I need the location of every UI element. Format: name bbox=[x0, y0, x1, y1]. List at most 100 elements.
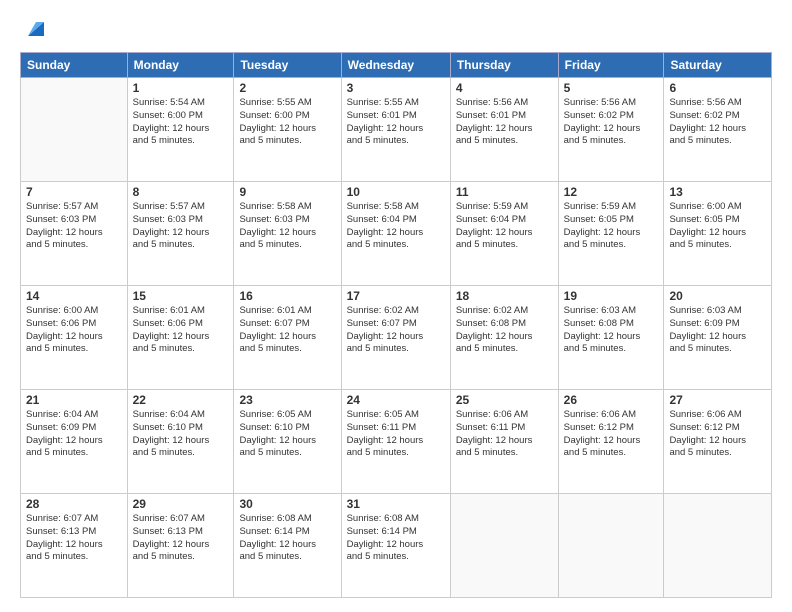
day-detail: Sunrise: 5:56 AM Sunset: 6:02 PM Dayligh… bbox=[564, 97, 659, 148]
header bbox=[20, 18, 772, 42]
day-number: 14 bbox=[26, 289, 122, 303]
week-row-4: 21 Sunrise: 6:04 AM Sunset: 6:09 PM Dayli… bbox=[21, 390, 772, 494]
day-number: 22 bbox=[133, 393, 229, 407]
calendar-cell: 23 Sunrise: 6:05 AM Sunset: 6:10 PM Dayli… bbox=[234, 390, 341, 494]
day-detail: Sunrise: 6:07 AM Sunset: 6:13 PM Dayligh… bbox=[133, 513, 229, 564]
calendar-cell: 19 Sunrise: 6:03 AM Sunset: 6:08 PM Dayli… bbox=[558, 286, 664, 390]
calendar-cell: 28 Sunrise: 6:07 AM Sunset: 6:13 PM Dayli… bbox=[21, 494, 128, 598]
day-number: 19 bbox=[564, 289, 659, 303]
day-number: 2 bbox=[239, 81, 335, 95]
day-detail: Sunrise: 6:01 AM Sunset: 6:07 PM Dayligh… bbox=[239, 305, 335, 356]
day-detail: Sunrise: 6:03 AM Sunset: 6:08 PM Dayligh… bbox=[564, 305, 659, 356]
day-number: 9 bbox=[239, 185, 335, 199]
day-detail: Sunrise: 5:59 AM Sunset: 6:04 PM Dayligh… bbox=[456, 201, 553, 252]
day-number: 10 bbox=[347, 185, 445, 199]
day-number: 23 bbox=[239, 393, 335, 407]
day-number: 11 bbox=[456, 185, 553, 199]
col-header-wednesday: Wednesday bbox=[341, 53, 450, 78]
day-number: 17 bbox=[347, 289, 445, 303]
day-detail: Sunrise: 5:59 AM Sunset: 6:05 PM Dayligh… bbox=[564, 201, 659, 252]
day-number: 29 bbox=[133, 497, 229, 511]
day-detail: Sunrise: 6:06 AM Sunset: 6:12 PM Dayligh… bbox=[669, 409, 766, 460]
calendar-cell: 17 Sunrise: 6:02 AM Sunset: 6:07 PM Dayli… bbox=[341, 286, 450, 390]
day-number: 24 bbox=[347, 393, 445, 407]
day-detail: Sunrise: 6:06 AM Sunset: 6:12 PM Dayligh… bbox=[564, 409, 659, 460]
day-number: 18 bbox=[456, 289, 553, 303]
calendar-cell: 5 Sunrise: 5:56 AM Sunset: 6:02 PM Daylig… bbox=[558, 78, 664, 182]
calendar-cell: 11 Sunrise: 5:59 AM Sunset: 6:04 PM Dayli… bbox=[450, 182, 558, 286]
day-detail: Sunrise: 6:00 AM Sunset: 6:06 PM Dayligh… bbox=[26, 305, 122, 356]
day-number: 3 bbox=[347, 81, 445, 95]
calendar-cell bbox=[664, 494, 772, 598]
day-number: 12 bbox=[564, 185, 659, 199]
calendar-cell: 24 Sunrise: 6:05 AM Sunset: 6:11 PM Dayli… bbox=[341, 390, 450, 494]
calendar-cell: 29 Sunrise: 6:07 AM Sunset: 6:13 PM Dayli… bbox=[127, 494, 234, 598]
calendar-cell bbox=[450, 494, 558, 598]
calendar-cell: 31 Sunrise: 6:08 AM Sunset: 6:14 PM Dayli… bbox=[341, 494, 450, 598]
calendar-cell: 7Sunrise: 5:57 AM Sunset: 6:03 PM Daylig… bbox=[21, 182, 128, 286]
day-detail: Sunrise: 5:58 AM Sunset: 6:04 PM Dayligh… bbox=[347, 201, 445, 252]
day-detail: Sunrise: 6:06 AM Sunset: 6:11 PM Dayligh… bbox=[456, 409, 553, 460]
calendar-cell: 9Sunrise: 5:58 AM Sunset: 6:03 PM Daylig… bbox=[234, 182, 341, 286]
calendar-cell: 4Sunrise: 5:56 AM Sunset: 6:01 PM Daylig… bbox=[450, 78, 558, 182]
calendar-cell: 12 Sunrise: 5:59 AM Sunset: 6:05 PM Dayli… bbox=[558, 182, 664, 286]
day-number: 31 bbox=[347, 497, 445, 511]
day-detail: Sunrise: 6:04 AM Sunset: 6:09 PM Dayligh… bbox=[26, 409, 122, 460]
day-detail: Sunrise: 6:08 AM Sunset: 6:14 PM Dayligh… bbox=[239, 513, 335, 564]
day-number: 21 bbox=[26, 393, 122, 407]
week-row-5: 28 Sunrise: 6:07 AM Sunset: 6:13 PM Dayli… bbox=[21, 494, 772, 598]
day-detail: Sunrise: 6:04 AM Sunset: 6:10 PM Dayligh… bbox=[133, 409, 229, 460]
day-detail: Sunrise: 6:07 AM Sunset: 6:13 PM Dayligh… bbox=[26, 513, 122, 564]
day-detail: Sunrise: 6:03 AM Sunset: 6:09 PM Dayligh… bbox=[669, 305, 766, 356]
calendar-cell: 21 Sunrise: 6:04 AM Sunset: 6:09 PM Dayli… bbox=[21, 390, 128, 494]
day-number: 6 bbox=[669, 81, 766, 95]
day-detail: Sunrise: 5:56 AM Sunset: 6:01 PM Dayligh… bbox=[456, 97, 553, 148]
calendar-cell: 30 Sunrise: 6:08 AM Sunset: 6:14 PM Dayli… bbox=[234, 494, 341, 598]
day-number: 27 bbox=[669, 393, 766, 407]
calendar-cell: 8 Sunrise: 5:57 AM Sunset: 6:03 PM Daylig… bbox=[127, 182, 234, 286]
column-headers: SundayMondayTuesdayWednesdayThursdayFrid… bbox=[21, 53, 772, 78]
day-detail: Sunrise: 6:00 AM Sunset: 6:05 PM Dayligh… bbox=[669, 201, 766, 252]
calendar-cell: 1Sunrise: 5:54 AM Sunset: 6:00 PM Daylig… bbox=[127, 78, 234, 182]
day-detail: Sunrise: 5:55 AM Sunset: 6:01 PM Dayligh… bbox=[347, 97, 445, 148]
day-detail: Sunrise: 6:05 AM Sunset: 6:11 PM Dayligh… bbox=[347, 409, 445, 460]
calendar-cell: 20Sunrise: 6:03 AM Sunset: 6:09 PM Dayli… bbox=[664, 286, 772, 390]
day-detail: Sunrise: 6:02 AM Sunset: 6:07 PM Dayligh… bbox=[347, 305, 445, 356]
calendar-cell: 13 Sunrise: 6:00 AM Sunset: 6:05 PM Dayli… bbox=[664, 182, 772, 286]
calendar-cell: 10 Sunrise: 5:58 AM Sunset: 6:04 PM Dayli… bbox=[341, 182, 450, 286]
day-number: 7 bbox=[26, 185, 122, 199]
col-header-friday: Friday bbox=[558, 53, 664, 78]
calendar-cell: 26Sunrise: 6:06 AM Sunset: 6:12 PM Dayli… bbox=[558, 390, 664, 494]
calendar-cell: 25 Sunrise: 6:06 AM Sunset: 6:11 PM Dayli… bbox=[450, 390, 558, 494]
day-detail: Sunrise: 6:08 AM Sunset: 6:14 PM Dayligh… bbox=[347, 513, 445, 564]
col-header-sunday: Sunday bbox=[21, 53, 128, 78]
day-detail: Sunrise: 5:55 AM Sunset: 6:00 PM Dayligh… bbox=[239, 97, 335, 148]
calendar-cell: 15Sunrise: 6:01 AM Sunset: 6:06 PM Dayli… bbox=[127, 286, 234, 390]
day-number: 5 bbox=[564, 81, 659, 95]
calendar-cell: 22 Sunrise: 6:04 AM Sunset: 6:10 PM Dayli… bbox=[127, 390, 234, 494]
day-number: 15 bbox=[133, 289, 229, 303]
day-detail: Sunrise: 5:57 AM Sunset: 6:03 PM Dayligh… bbox=[133, 201, 229, 252]
day-number: 28 bbox=[26, 497, 122, 511]
day-number: 13 bbox=[669, 185, 766, 199]
calendar-cell: 3 Sunrise: 5:55 AM Sunset: 6:01 PM Daylig… bbox=[341, 78, 450, 182]
col-header-tuesday: Tuesday bbox=[234, 53, 341, 78]
day-detail: Sunrise: 6:02 AM Sunset: 6:08 PM Dayligh… bbox=[456, 305, 553, 356]
week-row-3: 14 Sunrise: 6:00 AM Sunset: 6:06 PM Dayli… bbox=[21, 286, 772, 390]
day-detail: Sunrise: 6:05 AM Sunset: 6:10 PM Dayligh… bbox=[239, 409, 335, 460]
week-row-1: 1Sunrise: 5:54 AM Sunset: 6:00 PM Daylig… bbox=[21, 78, 772, 182]
calendar-cell bbox=[21, 78, 128, 182]
calendar-cell bbox=[558, 494, 664, 598]
day-number: 1 bbox=[133, 81, 229, 95]
day-number: 25 bbox=[456, 393, 553, 407]
day-number: 30 bbox=[239, 497, 335, 511]
logo-icon bbox=[22, 14, 50, 42]
calendar-cell: 18 Sunrise: 6:02 AM Sunset: 6:08 PM Dayli… bbox=[450, 286, 558, 390]
page: SundayMondayTuesdayWednesdayThursdayFrid… bbox=[0, 0, 792, 612]
calendar-cell: 6 Sunrise: 5:56 AM Sunset: 6:02 PM Daylig… bbox=[664, 78, 772, 182]
day-detail: Sunrise: 5:56 AM Sunset: 6:02 PM Dayligh… bbox=[669, 97, 766, 148]
day-number: 8 bbox=[133, 185, 229, 199]
col-header-monday: Monday bbox=[127, 53, 234, 78]
calendar-table: SundayMondayTuesdayWednesdayThursdayFrid… bbox=[20, 52, 772, 598]
col-header-saturday: Saturday bbox=[664, 53, 772, 78]
